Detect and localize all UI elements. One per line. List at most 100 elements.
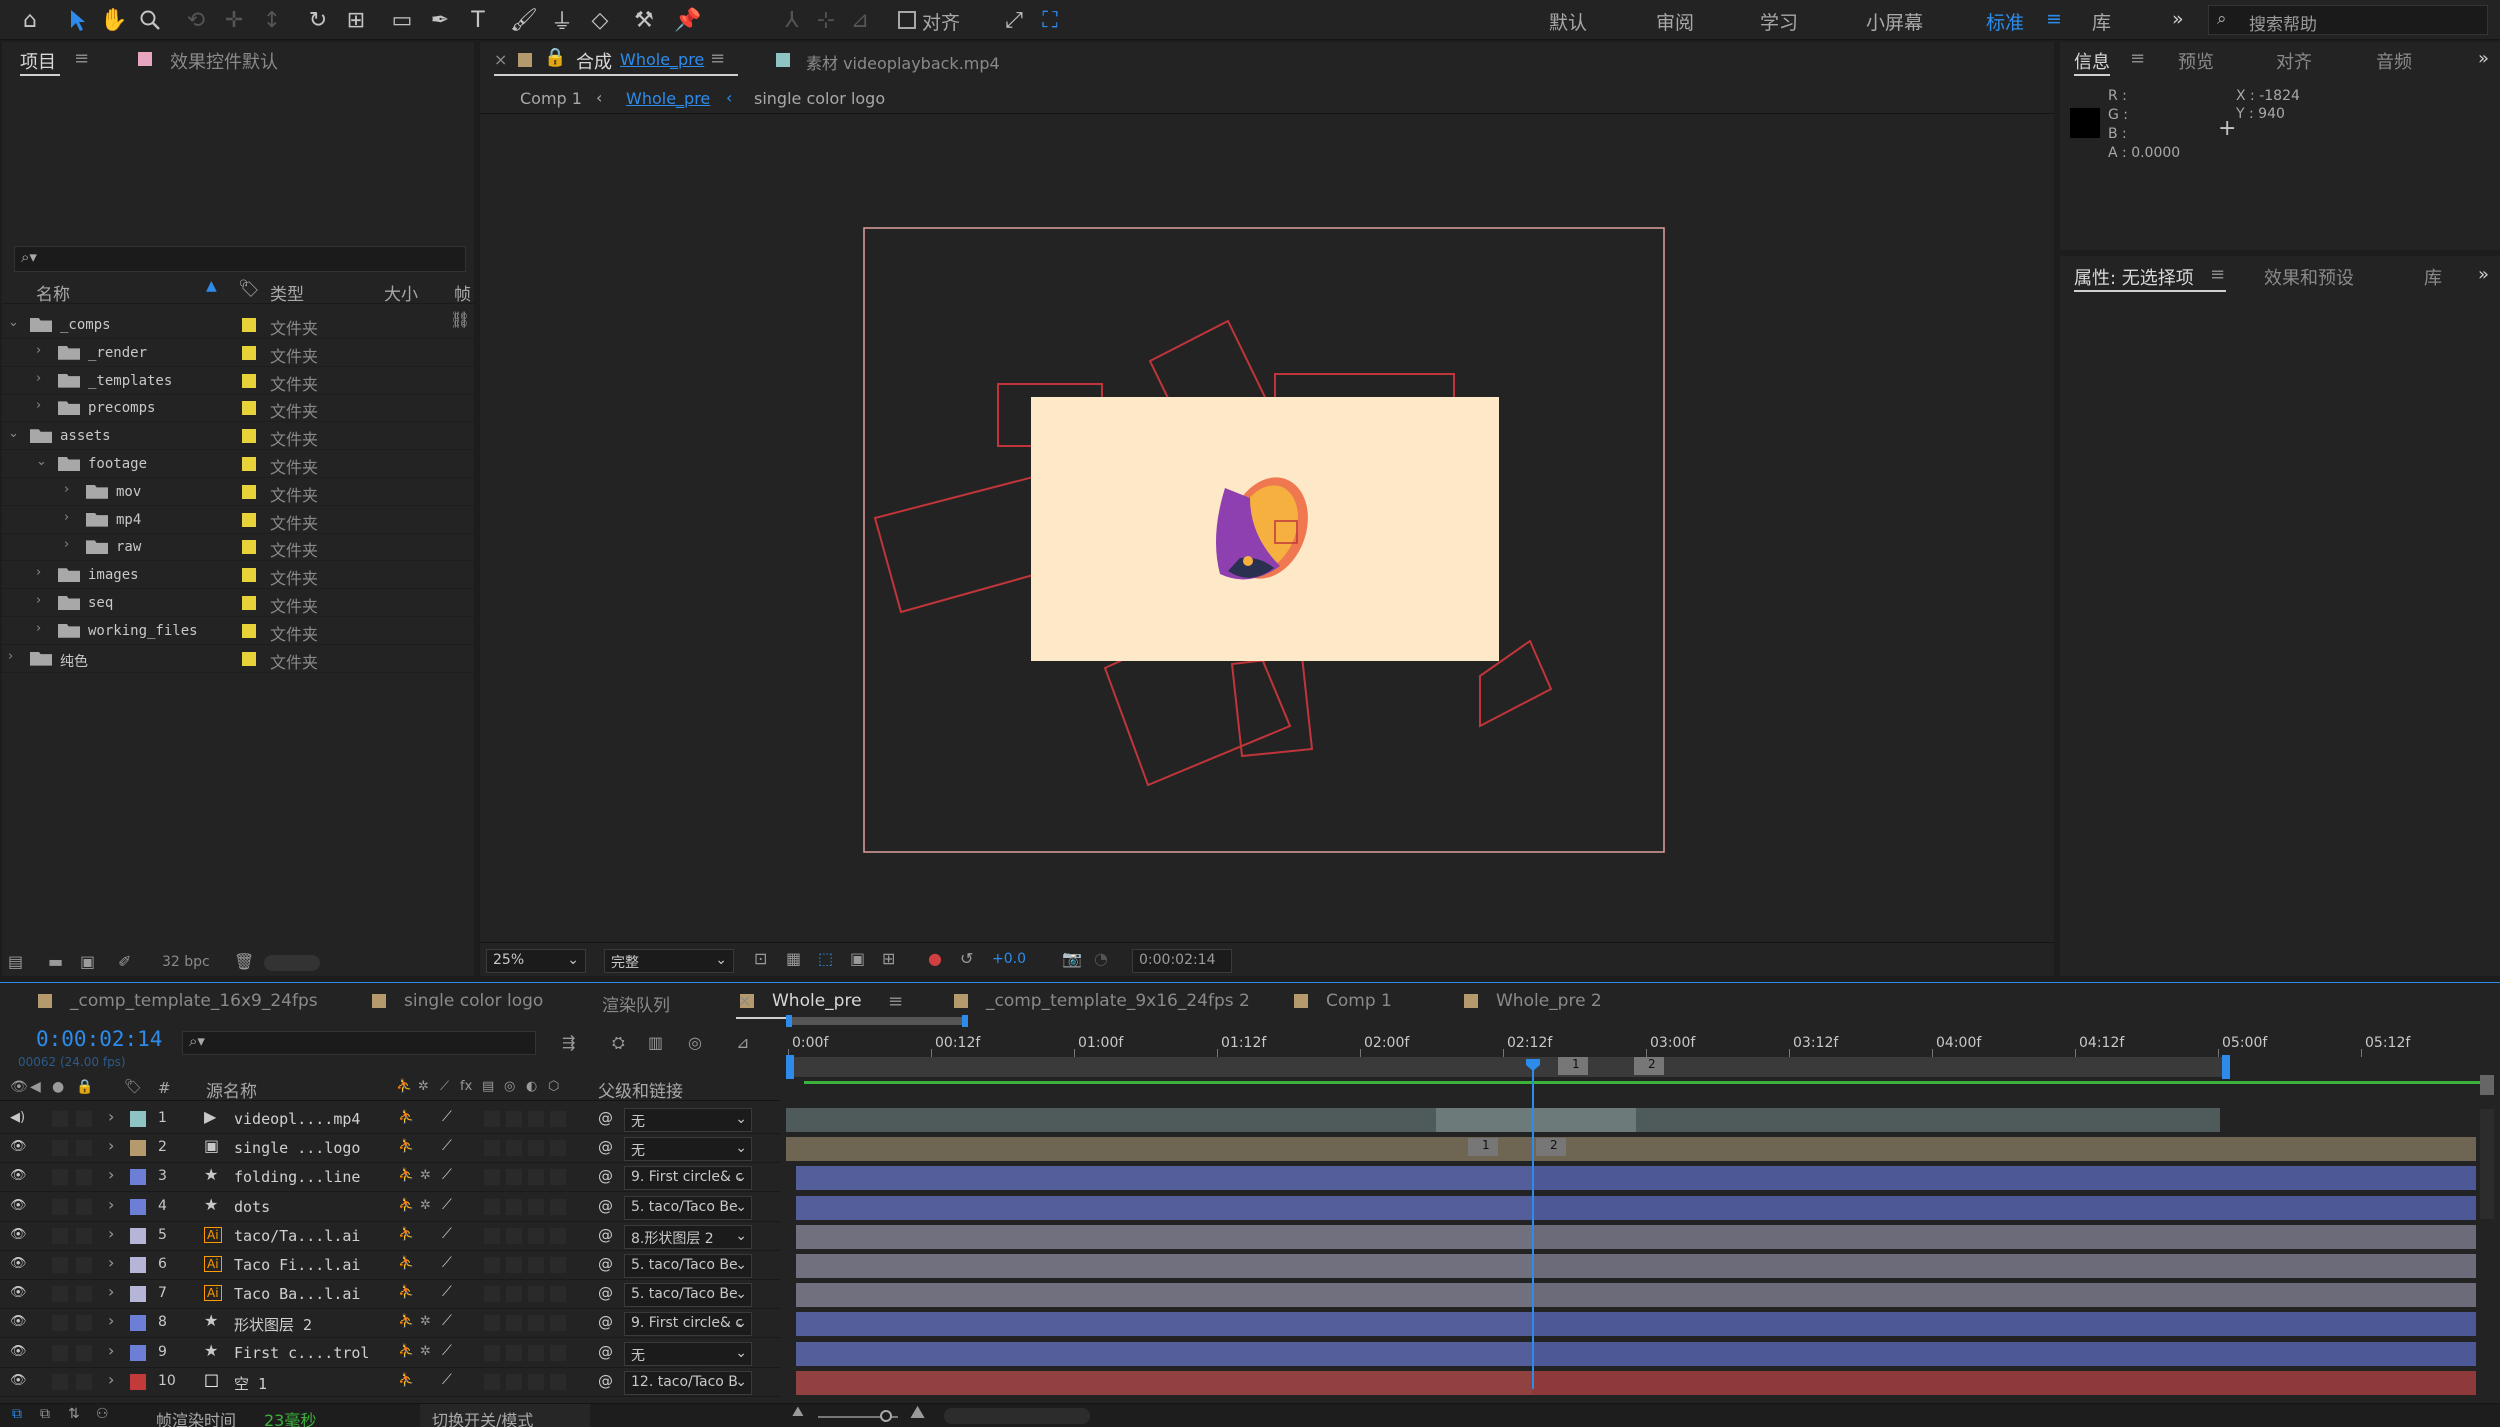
breadcrumb-whole-pre[interactable]: Whole_pre bbox=[626, 89, 710, 108]
timeline-current-time[interactable]: 0:00:02:14 bbox=[36, 1027, 162, 1051]
shy-switch-icon[interactable]: ⛹ bbox=[398, 1139, 414, 1154]
chevron-right-icon[interactable]: › bbox=[64, 537, 69, 552]
project-item-row[interactable]: › 纯色 文件夹 bbox=[2, 646, 474, 673]
layer-duration-bar[interactable] bbox=[786, 1137, 2476, 1162]
frame-blend-switch[interactable] bbox=[506, 1373, 522, 1390]
layer-source-name[interactable]: 形状图层 2 bbox=[234, 1314, 312, 1335]
workspace-standard[interactable]: 标准 bbox=[1986, 8, 2024, 35]
chevron-right-icon[interactable]: › bbox=[108, 1311, 114, 1330]
world-axis-icon[interactable]: ⊹ bbox=[810, 4, 842, 36]
puppet-pin-tool-icon[interactable]: 📌 bbox=[672, 4, 704, 36]
chevron-down-icon[interactable]: ⌄ bbox=[8, 315, 19, 330]
label-swatch[interactable] bbox=[242, 623, 256, 638]
eye-icon[interactable]: 👁 bbox=[10, 1314, 27, 1329]
layer-label-swatch[interactable] bbox=[130, 1286, 146, 1303]
label-swatch[interactable] bbox=[242, 512, 256, 527]
timeline-tab[interactable]: Comp 1 bbox=[1326, 991, 1392, 1011]
region-of-interest-icon[interactable]: ▣ bbox=[850, 949, 865, 968]
collapse-switch-icon[interactable]: ✲ bbox=[420, 1198, 431, 1213]
layer-row[interactable]: 👁 › 5 Ai taco/Ta...l.ai ⛹ ⟋ @8.形状图层 2 ⌄ bbox=[0, 1222, 780, 1251]
collapse-switch-icon[interactable]: ✲ bbox=[420, 1344, 431, 1359]
solo-switch[interactable] bbox=[52, 1373, 68, 1390]
frame-blend-switch[interactable] bbox=[506, 1198, 522, 1215]
eye-icon[interactable]: 👁 bbox=[10, 1139, 27, 1154]
shy-switch-icon[interactable]: ⛹ bbox=[398, 1227, 414, 1242]
column-frame[interactable]: 帧 bbox=[454, 280, 471, 305]
layer-row[interactable]: 👁 › 2 ▣ single ...logo ⛹ ⟋ @ 无 ⌄ bbox=[0, 1134, 780, 1164]
fx-switch[interactable] bbox=[484, 1344, 500, 1361]
layer-label-swatch[interactable] bbox=[130, 1373, 146, 1390]
project-item-row[interactable]: ⌄ assets 文件夹 bbox=[2, 423, 474, 451]
eye-icon[interactable]: 👁 bbox=[10, 1227, 27, 1242]
parent-link-dropdown[interactable]: 9. First circle& c ⌄ bbox=[624, 1312, 752, 1337]
solo-switch[interactable] bbox=[52, 1227, 68, 1244]
shy-switch-icon[interactable]: ⛹ bbox=[398, 1256, 414, 1271]
info-panel-menu-icon[interactable]: ≡ bbox=[2130, 48, 2145, 69]
chevron-right-icon[interactable]: › bbox=[36, 398, 41, 413]
chevron-right-icon[interactable]: › bbox=[108, 1107, 114, 1126]
eye-icon[interactable]: 👁 bbox=[10, 1373, 27, 1388]
audio-toggle-icon[interactable]: ◀ bbox=[30, 1079, 41, 1095]
layer-row[interactable]: 👁 › 7 Ai Taco Ba...l.ai ⛹ ⟋ @5. taco/Taco Be ⌄ bbox=[0, 1280, 780, 1310]
workspace-review[interactable]: 审阅 bbox=[1656, 8, 1694, 35]
pick-whip-icon[interactable]: @ bbox=[598, 1372, 613, 1390]
chevron-right-icon[interactable]: › bbox=[108, 1253, 114, 1272]
project-item-row[interactable]: ⌄ footage 文件夹 bbox=[2, 451, 474, 478]
fx-switch[interactable] bbox=[484, 1111, 500, 1127]
adjustment-switch[interactable] bbox=[550, 1227, 566, 1244]
dolly-camera-icon[interactable]: ↕ bbox=[256, 4, 288, 36]
layer-row[interactable]: 👁 › 6 Ai Taco Fi...l.ai ⛹ ⟋ @5. taco/Taco Be ⌄ bbox=[0, 1251, 780, 1280]
timeline-tab[interactable]: single color logo bbox=[404, 991, 543, 1011]
pick-whip-icon[interactable]: @ bbox=[598, 1313, 613, 1331]
motion-blur-switch[interactable] bbox=[528, 1344, 544, 1361]
chevron-right-icon[interactable]: › bbox=[36, 371, 41, 386]
layer-marker[interactable]: 2 bbox=[1536, 1138, 1566, 1157]
project-item-row[interactable]: › images 文件夹 bbox=[2, 562, 474, 590]
tab-comp-name[interactable]: Whole_pre bbox=[620, 50, 704, 69]
adjustment-switch[interactable] bbox=[550, 1169, 566, 1186]
navigator-start-handle[interactable] bbox=[786, 1015, 792, 1027]
layer-label-swatch[interactable] bbox=[130, 1315, 146, 1332]
draft-3d-icon[interactable]: ⛭ bbox=[612, 1033, 625, 1053]
more-tabs-icon[interactable]: » bbox=[2478, 48, 2489, 69]
motion-blur-switch[interactable] bbox=[528, 1169, 544, 1186]
comp-mini-flowchart-icon[interactable]: ⇶ bbox=[562, 1033, 575, 1052]
motion-blur-switch[interactable] bbox=[528, 1140, 544, 1157]
layer-row[interactable]: 👁 › 9 ★ First c....trol ⛹ ✲ ⟋ @ 无 ⌄ bbox=[0, 1339, 780, 1368]
chevron-right-icon[interactable]: › bbox=[36, 593, 41, 608]
timeline-horizontal-scrollbar[interactable] bbox=[944, 1408, 1090, 1424]
local-axis-icon[interactable]: ⅄ bbox=[776, 4, 808, 36]
column-size[interactable]: 大小 bbox=[384, 280, 418, 305]
label-swatch[interactable] bbox=[242, 484, 256, 499]
pick-whip-icon[interactable]: @ bbox=[598, 1138, 613, 1156]
eye-icon[interactable]: 👁 bbox=[10, 1285, 27, 1300]
project-item-row[interactable]: › seq 文件夹 bbox=[2, 590, 474, 617]
type-tool-icon[interactable]: T bbox=[462, 4, 494, 36]
tab-audio[interactable]: 音频 bbox=[2376, 48, 2412, 74]
lock-switch[interactable] bbox=[76, 1140, 92, 1157]
frame-blend-switch[interactable] bbox=[506, 1111, 522, 1127]
project-item-row[interactable]: › raw 文件夹 bbox=[2, 534, 474, 562]
expand-stretch-icon[interactable]: ⚇ bbox=[96, 1406, 109, 1422]
render-time-icon[interactable]: ⧉ bbox=[12, 1406, 22, 1422]
quality-switch-icon[interactable]: ⟋ bbox=[442, 1372, 452, 1388]
chevron-right-icon[interactable]: › bbox=[108, 1341, 114, 1360]
chevron-right-icon[interactable]: › bbox=[36, 621, 41, 636]
frame-blend-switch[interactable] bbox=[506, 1140, 522, 1157]
motion-blur-switch[interactable] bbox=[528, 1227, 544, 1244]
anchor-point-tool-icon[interactable]: ⊞ bbox=[340, 4, 372, 36]
shy-switch-icon[interactable]: ⛹ bbox=[398, 1373, 414, 1388]
collapse-switch-icon[interactable]: ✲ bbox=[420, 1314, 431, 1329]
magnification-dropdown[interactable]: 25% ⌄ bbox=[486, 949, 586, 973]
lock-switch[interactable] bbox=[76, 1169, 92, 1186]
layer-source-name[interactable]: videopl....mp4 bbox=[234, 1110, 360, 1128]
chevron-right-icon[interactable]: › bbox=[36, 565, 41, 580]
parent-link-dropdown[interactable]: 12. taco/Taco B ⌄ bbox=[624, 1370, 752, 1395]
timeline-tab[interactable]: _comp_template_9x16_24fps 2 bbox=[986, 991, 1250, 1011]
grid-guides-icon[interactable]: ⊞ bbox=[882, 949, 895, 968]
resolution-dropdown[interactable]: 完整 ⌄ bbox=[604, 949, 734, 973]
zoom-in-icon[interactable]: ⛰ bbox=[910, 1402, 925, 1423]
quality-switch-icon[interactable]: ⟋ bbox=[442, 1167, 452, 1183]
tab-properties[interactable]: 属性: 无选择项 bbox=[2074, 264, 2194, 290]
home-icon[interactable]: ⌂ bbox=[14, 4, 46, 36]
